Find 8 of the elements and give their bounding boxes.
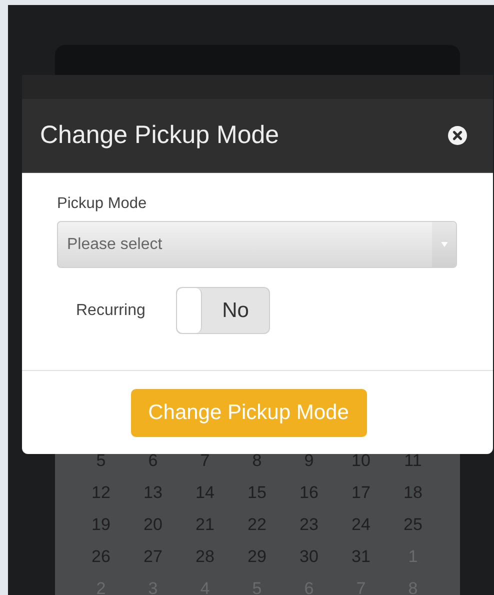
- close-icon[interactable]: [448, 126, 467, 145]
- change-pickup-mode-button[interactable]: Change Pickup Mode: [130, 389, 366, 437]
- field-label: Pickup Mode: [57, 195, 147, 213]
- pickup-mode-select[interactable]: Please select: [57, 221, 457, 268]
- caret-icon: [440, 242, 448, 247]
- recurring-toggle[interactable]: No: [176, 287, 270, 334]
- recurring-label: Recurring: [76, 302, 146, 320]
- modal-title: Change Pickup Mode: [40, 121, 280, 150]
